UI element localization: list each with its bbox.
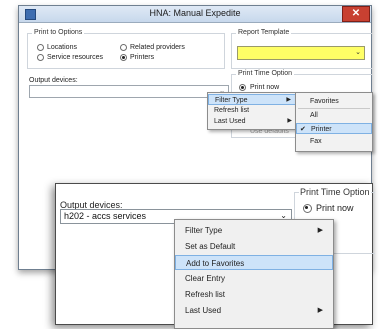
submenu-item-printer-label: Printer xyxy=(311,126,332,133)
close-icon[interactable]: ✕ xyxy=(352,8,360,19)
menu-item-refresh-list-label: Refresh list xyxy=(185,290,226,299)
close-button[interactable]: ✕ xyxy=(342,6,370,22)
menu-item-add-to-favorites-label: Add to Favorites xyxy=(186,259,245,268)
print-time-option-label-zoomed: Print Time Option xyxy=(299,187,371,197)
radio-print-now-label-zoomed: Print now xyxy=(316,203,354,213)
report-template-label: Report Template xyxy=(236,29,292,36)
radio-printers-label: Printers xyxy=(130,54,155,61)
menu-item-clear-entry-label: Clear Entry xyxy=(185,274,226,283)
menu-item-refresh-list[interactable]: Refresh list xyxy=(208,105,296,116)
output-devices-label: Output devices: xyxy=(29,77,78,84)
submenu-arrow-icon: ▶ xyxy=(317,227,323,234)
output-devices-value-zoomed: h202 - accs services xyxy=(64,211,147,221)
print-to-options-label: Print to Options xyxy=(32,29,85,36)
output-devices-combo[interactable]: ⌄ xyxy=(29,85,229,98)
menu-separator xyxy=(298,108,370,109)
menu-item-last-used[interactable]: Last Used ▶ xyxy=(175,303,333,318)
window-title: HNA: Manual Expedite xyxy=(149,8,241,18)
output-devices-context-menu-zoomed: Filter Type ▶ Set as Default Add to Favo… xyxy=(174,219,334,329)
submenu-item-fax-label: Fax xyxy=(310,138,322,145)
print-time-option-label: Print Time Option xyxy=(236,70,295,77)
radio-print-now-label: Print now xyxy=(250,84,280,91)
checkmark-icon: ✔ xyxy=(300,126,306,133)
radio-service-resources[interactable] xyxy=(37,54,44,61)
menu-item-filter-type-label: Filter Type xyxy=(215,97,248,104)
title-bar[interactable]: HNA: Manual Expedite ✕ xyxy=(19,6,371,23)
menu-item-last-used-label: Last Used xyxy=(214,118,246,125)
zoomed-output-devices-panel: Output devices: h202 - accs services ⌄ P… xyxy=(55,183,375,329)
output-devices-context-menu: Filter Type ▶ Refresh list Last Used ▶ xyxy=(207,92,297,130)
menu-item-set-as-default[interactable]: Set as Default xyxy=(175,239,333,254)
submenu-arrow-icon: ▶ xyxy=(317,307,323,314)
radio-service-resources-label: Service resources xyxy=(47,54,104,61)
menu-item-last-used[interactable]: Last Used ▶ xyxy=(208,116,296,127)
menu-item-filter-type[interactable]: Filter Type ▶ xyxy=(175,223,333,238)
submenu-item-all[interactable]: All xyxy=(296,110,372,121)
filter-type-submenu: Favorites All ✔ Printer Fax xyxy=(295,92,373,152)
submenu-item-favorites[interactable]: Favorites xyxy=(296,96,372,107)
report-template-combo[interactable]: ⌄ xyxy=(237,46,365,60)
print-to-options-group: Print to Options xyxy=(27,29,225,69)
chevron-down-icon[interactable]: ⌄ xyxy=(355,48,361,56)
menu-item-refresh-list[interactable]: Refresh list xyxy=(175,287,333,302)
radio-printers[interactable] xyxy=(120,54,127,61)
radio-locations-label: Locations xyxy=(47,44,77,51)
radio-related-providers-label: Related providers xyxy=(130,44,185,51)
radio-print-now[interactable] xyxy=(239,84,246,91)
submenu-item-all-label: All xyxy=(310,112,318,119)
menu-item-add-to-favorites[interactable]: Add to Favorites xyxy=(175,255,333,270)
menu-item-filter-type-label: Filter Type xyxy=(185,226,223,235)
submenu-item-printer[interactable]: ✔ Printer xyxy=(296,123,372,134)
submenu-arrow-icon: ▶ xyxy=(287,118,292,124)
menu-item-last-used-label: Last Used xyxy=(185,306,222,315)
radio-locations[interactable] xyxy=(37,44,44,51)
menu-item-clear-entry[interactable]: Clear Entry xyxy=(175,271,333,286)
menu-item-filter-type[interactable]: Filter Type ▶ xyxy=(208,94,296,105)
menu-item-refresh-list-label: Refresh list xyxy=(214,107,250,114)
menu-item-set-as-default-label: Set as Default xyxy=(185,242,236,251)
submenu-item-favorites-label: Favorites xyxy=(310,98,339,105)
radio-related-providers[interactable] xyxy=(120,44,127,51)
submenu-item-fax[interactable]: Fax xyxy=(296,136,372,147)
radio-print-now-zoomed[interactable] xyxy=(303,204,312,213)
